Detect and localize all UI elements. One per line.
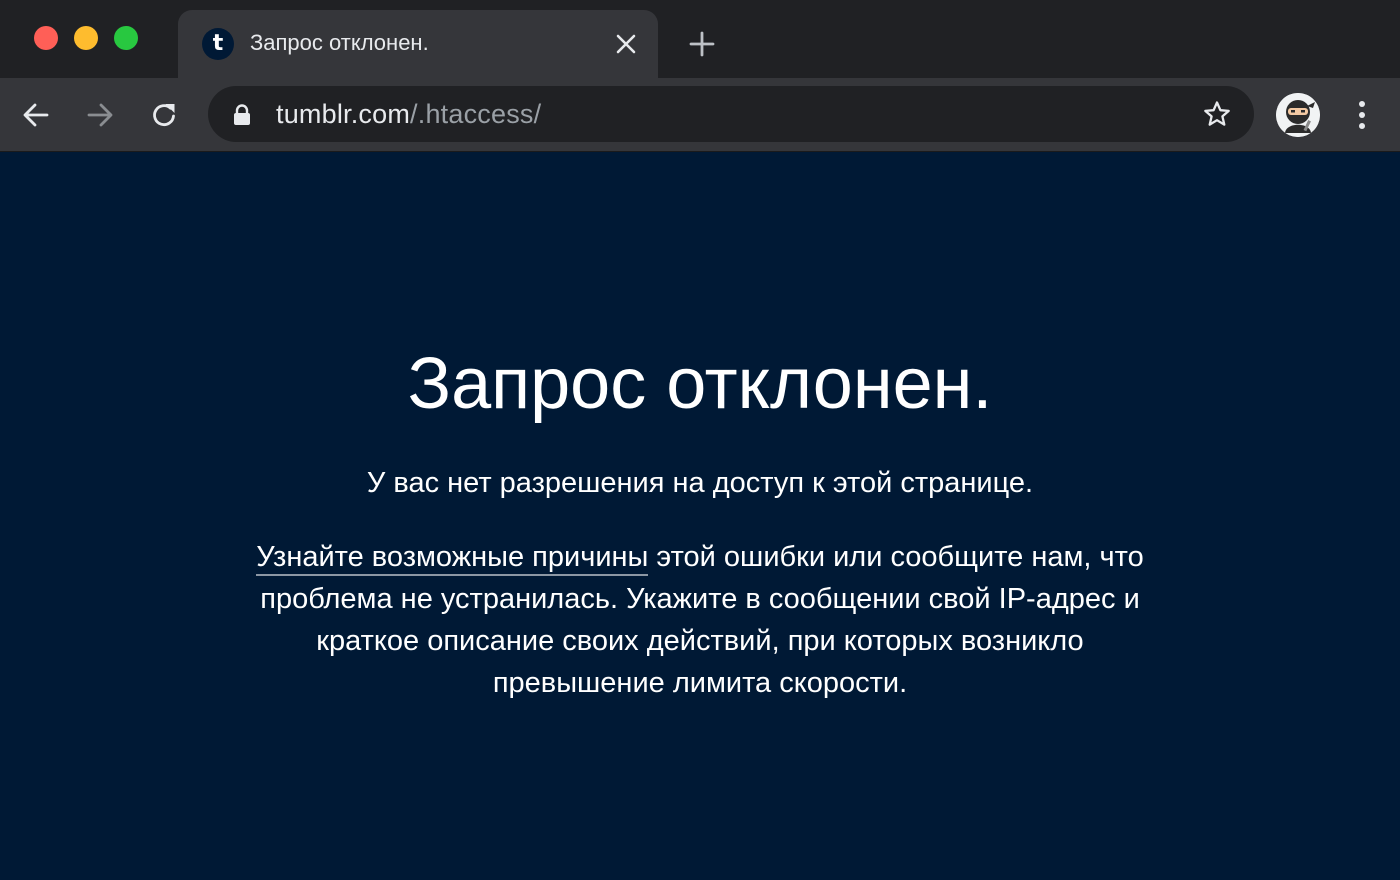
url-path: /.htaccess/ (410, 99, 542, 129)
error-explanation: Узнайте возможные причины этой ошибки ил… (250, 536, 1150, 704)
browser-toolbar: tumblr.com/.htaccess/ (0, 78, 1400, 152)
address-bar[interactable]: tumblr.com/.htaccess/ (208, 86, 1254, 142)
page-content: Запрос отклонен. У вас нет разрешения на… (0, 152, 1400, 880)
page-title: Запрос отклонен. (407, 344, 993, 424)
tab-active[interactable]: t Запрос отклонен. (178, 10, 658, 78)
tumblr-favicon-icon: t (202, 28, 234, 60)
window-maximize-button[interactable] (114, 26, 138, 50)
page-subtitle: У вас нет разрешения на доступ к этой ст… (366, 467, 1034, 499)
window-close-button[interactable] (34, 26, 58, 50)
url-host: tumblr.com (276, 99, 411, 129)
browser-window: t Запрос отклонен. tumblr.com/.htaccess/… (0, 0, 1400, 880)
close-icon[interactable] (614, 32, 638, 56)
plus-icon[interactable] (688, 30, 716, 58)
favicon-letter: t (212, 30, 224, 56)
tab-title: Запрос отклонен. (250, 30, 429, 55)
vertical-dots-icon[interactable] (1348, 98, 1376, 132)
window-minimize-button[interactable] (74, 26, 98, 50)
star-outline-icon[interactable] (1202, 99, 1232, 129)
reasons-link[interactable]: Узнайте возможные причины (256, 541, 649, 576)
url-text[interactable]: tumblr.com/.htaccess/ (276, 99, 541, 130)
reload-icon[interactable] (148, 99, 180, 131)
ninja-avatar-icon (1276, 93, 1320, 137)
profile-avatar[interactable] (1276, 93, 1320, 137)
arrow-right-icon[interactable] (84, 99, 116, 131)
arrow-left-icon[interactable] (20, 99, 52, 131)
lock-icon (234, 104, 250, 125)
tab-strip: t Запрос отклонен. (0, 0, 1400, 78)
